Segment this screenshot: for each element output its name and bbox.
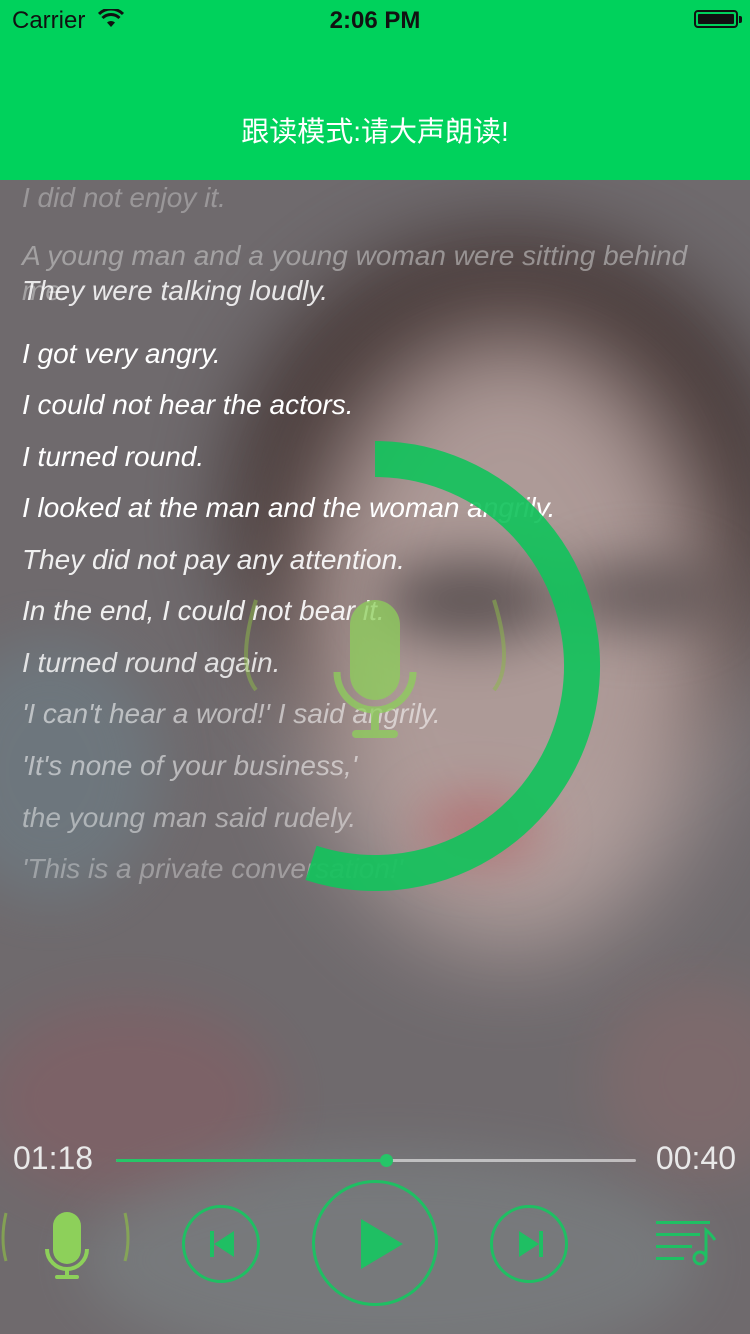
remaining-time: 00:40 — [655, 1140, 736, 1176]
recording-overlay — [244, 441, 600, 891]
progress-slider[interactable] — [116, 1154, 636, 1167]
skip-next-icon — [519, 1231, 543, 1257]
playlist-music-icon — [656, 1221, 717, 1266]
progress-fill — [116, 1159, 387, 1162]
next-button[interactable] — [490, 1205, 568, 1283]
record-button[interactable] — [0, 1205, 135, 1285]
playlist-button[interactable] — [655, 1218, 717, 1268]
previous-button[interactable] — [182, 1205, 260, 1283]
recording-microphone-icon — [244, 599, 506, 738]
skip-previous-icon — [210, 1231, 234, 1257]
play-icon — [361, 1219, 403, 1269]
elapsed-time: 01:18 — [13, 1140, 94, 1176]
play-button[interactable] — [312, 1180, 438, 1306]
microphone-icon — [1, 1212, 130, 1279]
